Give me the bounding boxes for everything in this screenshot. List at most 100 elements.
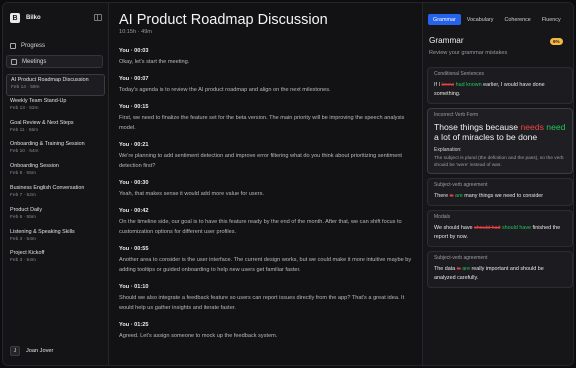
session-item[interactable]: Weekly Team Stand-Up Feb 13 · 52m <box>6 96 105 118</box>
message-text: Today's agenda is to review the AI produ… <box>119 87 331 93</box>
transcript-message: You · 01:10 Should we also integrate a f… <box>119 284 417 313</box>
sentence-text: There <box>434 193 450 199</box>
session-meta: Feb 9 · 55m <box>10 171 36 177</box>
mistake-card[interactable]: Subject-verb agreement There is are many… <box>427 178 573 206</box>
message-header: You · 00:03 <box>119 48 149 54</box>
session-list: AI Product Roadmap Discussion Feb 14 · 5… <box>6 74 105 270</box>
mistake-card-expanded[interactable]: Incorrect Verb Form Those things because… <box>427 108 573 174</box>
brand[interactable]: B Bilko <box>10 13 41 23</box>
session-title: Onboarding Session <box>10 163 59 170</box>
message-text: Another area to consider is the user int… <box>119 257 412 273</box>
session-meta: Feb 4 · 54m <box>10 236 36 242</box>
incorrect-word: should had <box>474 225 501 231</box>
session-title: Weekly Team Stand-Up <box>10 97 67 104</box>
feedback-tabs: Grammar Vocabulary Coherence Fluency <box>428 14 566 25</box>
user-profile[interactable]: J Joan Jover <box>10 346 53 356</box>
message-header: You · 00:30 <box>119 180 149 186</box>
message-text: On the timeline side, our goal is to hav… <box>119 219 402 235</box>
session-title: AI Product Roadmap Discussion <box>11 77 89 83</box>
mistake-sentence: We should have should had should have fi… <box>434 224 566 242</box>
mistake-list: Conditional Sentences If I knew had know… <box>427 67 573 292</box>
mistake-card[interactable]: Conditional Sentences If I knew had know… <box>427 67 573 104</box>
transcript-message: You · 00:21 We're planning to add sentim… <box>119 142 417 171</box>
session-meta: Feb 3 · 54m <box>10 258 36 264</box>
transcript-message: You · 00:15 First, we need to finalize t… <box>119 104 417 133</box>
session-meta: Feb 13 · 52m <box>10 105 39 111</box>
message-text: We're planning to add sentiment detectio… <box>119 153 402 169</box>
tab-grammar[interactable]: Grammar <box>428 14 461 25</box>
sidebar-toggle-icon[interactable] <box>94 14 102 21</box>
panel-subtitle: Review your grammar mistakes <box>429 50 508 56</box>
panel-title: Grammar <box>429 36 464 45</box>
brand-logo: B <box>10 13 20 23</box>
session-item[interactable]: Goal Review & Next Steps Feb 11 · 55m <box>6 118 105 140</box>
session-item[interactable]: Onboarding & Training Session Feb 10 · 5… <box>6 139 105 161</box>
session-meta: Feb 11 · 55m <box>10 127 39 133</box>
nav-item-progress[interactable]: Progress <box>6 39 103 52</box>
transcript[interactable]: You · 00:03 Okay, let's start the meetin… <box>119 48 417 350</box>
tab-fluency[interactable]: Fluency <box>537 14 566 25</box>
session-title: Product Daily <box>10 206 43 213</box>
message-text: Agreed. Let's assign someone to mock up … <box>119 333 278 339</box>
session-item[interactable]: AI Product Roadmap Discussion Feb 14 · 5… <box>6 74 105 96</box>
message-header: You · 00:07 <box>119 76 149 82</box>
message-text: First, we need to finalize the feature s… <box>119 115 405 131</box>
mistake-category: Subject-verb agreement <box>434 182 488 188</box>
message-header: You · 00:15 <box>119 104 149 110</box>
sentence-text: If I <box>434 82 442 88</box>
message-text: Should we also integrate a feedback feat… <box>119 295 405 311</box>
transcript-pane: AI Product Roadmap Discussion 10:15h · 4… <box>110 3 421 365</box>
corrected-word: are <box>455 193 463 199</box>
sentence-text: Those things because <box>434 122 521 132</box>
session-item[interactable]: Project Kickoff Feb 3 · 54m <box>6 248 105 270</box>
session-item[interactable]: Business English Conversation Feb 7 · 52… <box>6 183 105 205</box>
session-meta: Feb 10 · 54m <box>10 149 39 155</box>
sentence-text: We should have <box>434 225 475 231</box>
message-header: You · 00:21 <box>119 142 149 148</box>
sentence-text: a lot of miracles to be done <box>434 132 538 142</box>
incorrect-word: needs <box>520 122 544 132</box>
explanation-text: The subject is plural (the definition an… <box>434 156 564 168</box>
feedback-panel: Grammar Vocabulary Coherence Fluency Gra… <box>422 3 573 365</box>
mistake-card[interactable]: Modals We should have should had should … <box>427 210 573 247</box>
session-title: Goal Review & Next Steps <box>10 119 74 126</box>
message-header: You · 01:10 <box>119 284 149 290</box>
nav-item-label: Meetings <box>22 58 47 65</box>
mistake-sentence: Those things because needs need a lot of… <box>434 122 566 142</box>
incorrect-word: knew <box>441 82 455 88</box>
mistake-sentence: If I knew had known earlier, I would hav… <box>434 81 566 99</box>
mistake-sentence: The data is are really important and sho… <box>434 265 566 283</box>
brand-name: Bilko <box>26 15 41 21</box>
sentence-text: many things we need to consider <box>462 193 544 199</box>
session-title: Project Kickoff <box>10 250 45 257</box>
session-title: Business English Conversation <box>10 184 85 191</box>
mistake-category: Incorrect Verb Form <box>434 112 479 118</box>
meetings-icon <box>11 58 17 65</box>
transcript-message: You · 00:03 Okay, let's start the meetin… <box>119 48 417 67</box>
session-meta: Feb 7 · 52m <box>10 192 36 198</box>
transcript-message: You · 00:55 Another area to consider is … <box>119 246 417 275</box>
user-name: Joan Jover <box>26 348 54 354</box>
transcript-message: You · 00:30 Yeah, that makes sense it wo… <box>119 180 417 199</box>
session-item[interactable]: Onboarding Session Feb 9 · 55m <box>6 161 105 183</box>
mistake-card[interactable]: Subject-verb agreement The data is are r… <box>427 251 573 288</box>
sidebar: B Bilko Progress Meetings AI Product Roa… <box>3 3 109 365</box>
app-window: B Bilko Progress Meetings AI Product Roa… <box>2 2 574 366</box>
score-badge: 6% <box>550 38 563 45</box>
transcript-message: You · 01:25 Agreed. Let's assign someone… <box>119 322 417 341</box>
corrected-word: need <box>546 122 566 132</box>
corrected-word: should have <box>501 225 532 231</box>
message-text: Okay, let's start the meeting. <box>119 59 190 65</box>
mistake-category: Subject-verb agreement <box>434 255 488 261</box>
session-title: Listening & Speaking Skills <box>10 228 75 235</box>
session-item[interactable]: Listening & Speaking Skills Feb 4 · 54m <box>6 227 105 249</box>
message-header: You · 00:55 <box>119 246 149 252</box>
corrected-word: had known <box>455 82 482 88</box>
tab-vocabulary[interactable]: Vocabulary <box>462 14 499 25</box>
message-header: You · 01:25 <box>119 322 149 328</box>
message-header: You · 00:42 <box>119 208 149 214</box>
mistake-category: Conditional Sentences <box>434 71 485 77</box>
tab-coherence[interactable]: Coherence <box>499 14 535 25</box>
session-item[interactable]: Product Daily Feb 6 · 55m <box>6 205 105 227</box>
nav-item-meetings[interactable]: Meetings <box>6 55 103 68</box>
